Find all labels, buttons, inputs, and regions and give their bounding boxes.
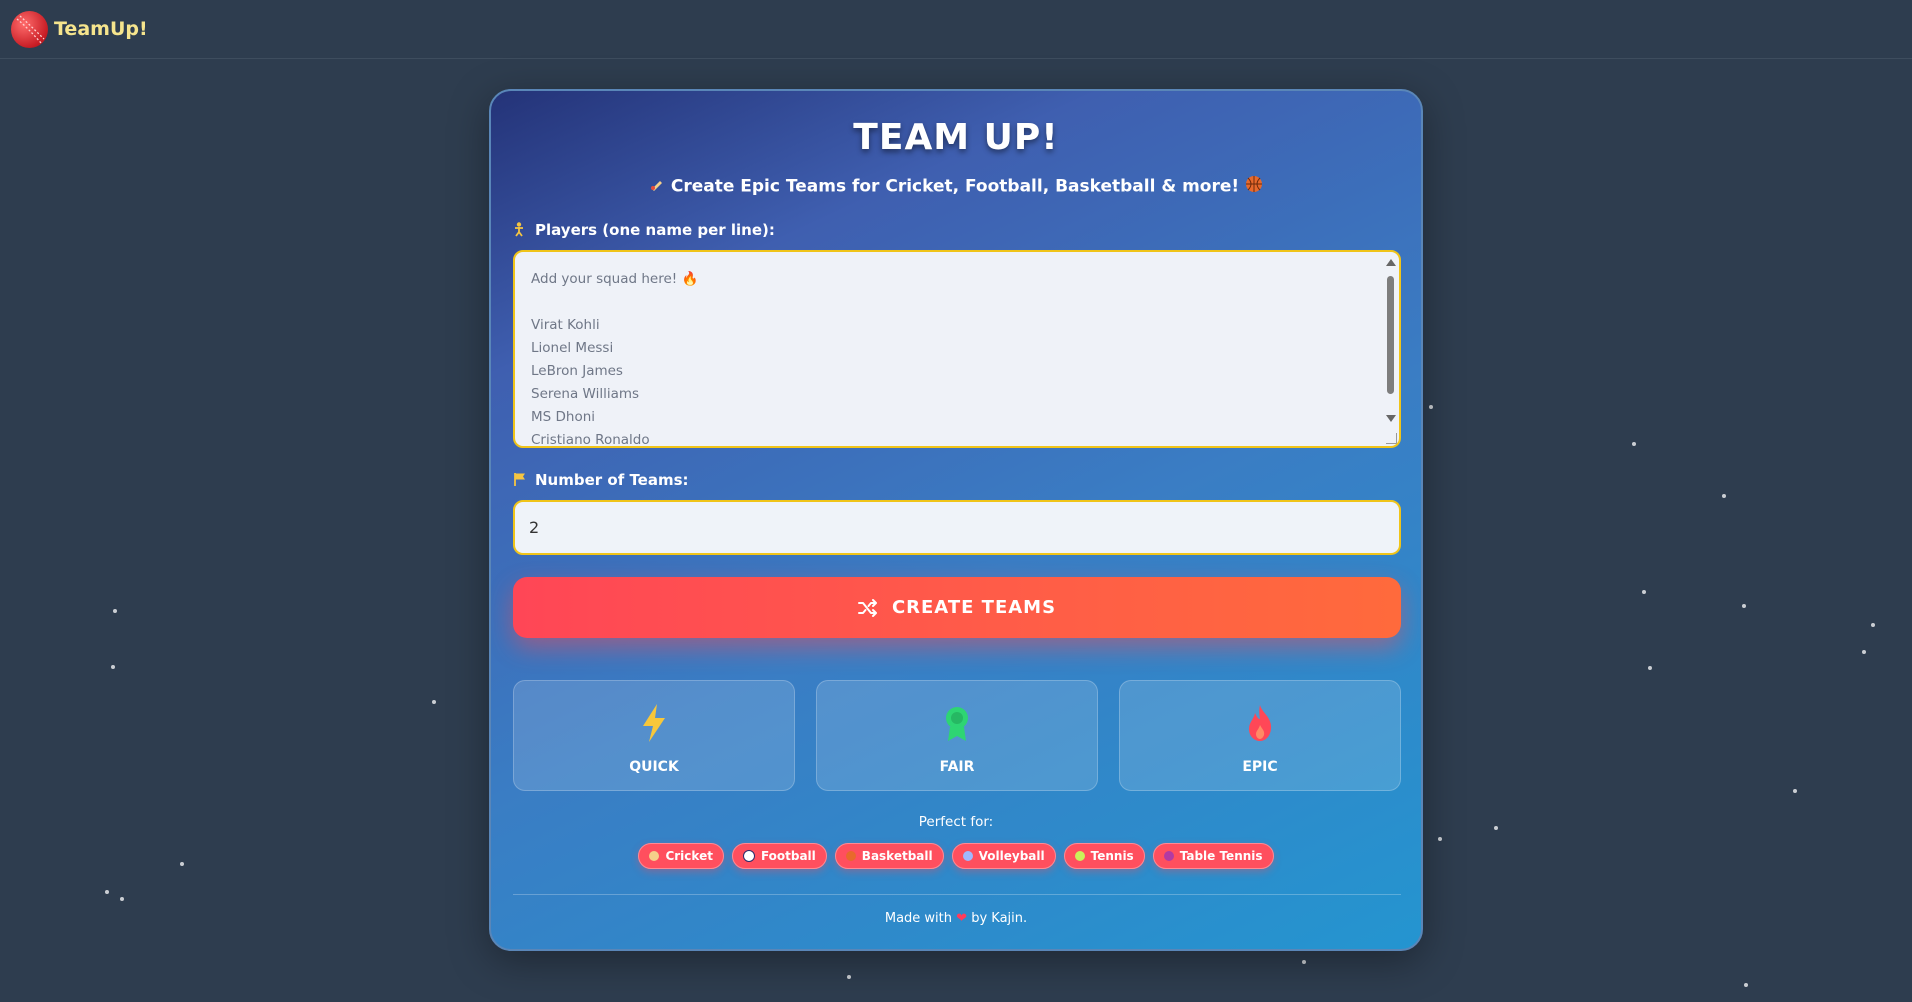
sport-chip-football[interactable]: Football [731,843,827,869]
footer-divider [513,894,1401,895]
teams-label-text: Number of Teams: [535,471,689,489]
footer-text-after: by Kajin. [971,911,1028,926]
fire-icon [1120,703,1400,743]
sport-chip-cricket[interactable]: Cricket [638,843,724,869]
sport-chip-table-tennis[interactable]: Table Tennis [1152,843,1274,869]
sport-chip-label: Table Tennis [1179,849,1263,863]
cricket-icon [649,851,660,861]
feature-quick-label: QUICK [629,759,679,775]
create-teams-label: CREATE TEAMS [891,597,1057,618]
basketball-icon [1245,175,1263,198]
create-teams-button[interactable]: CREATE TEAMS [513,577,1401,638]
sport-chip-volleyball[interactable]: Volleyball [951,843,1056,869]
lightning-icon [514,703,794,743]
navbar: TeamUp! [0,0,1912,59]
sport-chip-label: Tennis [1090,849,1134,863]
teams-label: Number of Teams: [513,471,689,491]
players-label: Players (one name per line): [513,221,775,241]
footer-text-before: Made with [884,911,953,926]
feature-epic: EPIC [1119,680,1401,791]
scroll-down-arrow-icon[interactable] [1386,415,1396,422]
shuffle-icon [857,598,877,617]
footer: Made with ❤ by Kajin. [491,911,1421,926]
number-of-teams-input[interactable]: 2 [513,500,1401,555]
cricket-ball-logo-icon[interactable] [11,11,48,48]
scroll-up-arrow-icon[interactable] [1386,259,1396,266]
volleyball-icon [962,851,973,861]
sport-chip-label: Basketball [861,849,933,863]
textarea-scrollbar[interactable] [1383,254,1397,430]
page-subtitle: Create Epic Teams for Cricket, Football,… [491,175,1421,198]
tennis-icon [1074,851,1085,861]
feature-fair-label: FAIR [939,759,975,775]
football-icon [742,850,755,862]
resize-handle-icon[interactable] [1386,433,1397,444]
person-icon [513,222,527,241]
flag-icon [513,472,527,491]
page-title: TEAM UP! [853,117,1059,158]
sport-chip-label: Volleyball [978,849,1045,863]
brand-name[interactable]: TeamUp! [54,18,148,40]
cricket-bat-icon [649,176,665,197]
heart-icon: ❤ [956,911,968,926]
sport-chip-label: Football [760,849,816,863]
players-textarea[interactable]: Add your squad here! 🔥 Virat Kohli Lione… [513,250,1401,448]
team-generator-card: TEAM UP! Create Epic Teams for Cricket, … [489,89,1423,951]
award-icon [817,703,1097,743]
table-tennis-icon [1163,851,1174,861]
players-label-text: Players (one name per line): [535,221,775,239]
perfect-for-label: Perfect for: [918,814,994,830]
sports-chip-list: Cricket Football Basketball Volleyball T… [491,843,1421,869]
subtitle-text: Create Epic Teams for Cricket, Football,… [670,176,1240,197]
players-placeholder: Add your squad here! 🔥 Virat Kohli Lione… [531,271,699,448]
scrollbar-thumb[interactable] [1387,276,1394,394]
sport-chip-tennis[interactable]: Tennis [1063,843,1145,869]
basketball-icon [845,851,856,861]
sport-chip-basketball[interactable]: Basketball [834,843,944,869]
feature-epic-label: EPIC [1242,759,1278,775]
feature-fair: FAIR [816,680,1098,791]
sport-chip-label: Cricket [665,849,713,863]
feature-quick: QUICK [513,680,795,791]
